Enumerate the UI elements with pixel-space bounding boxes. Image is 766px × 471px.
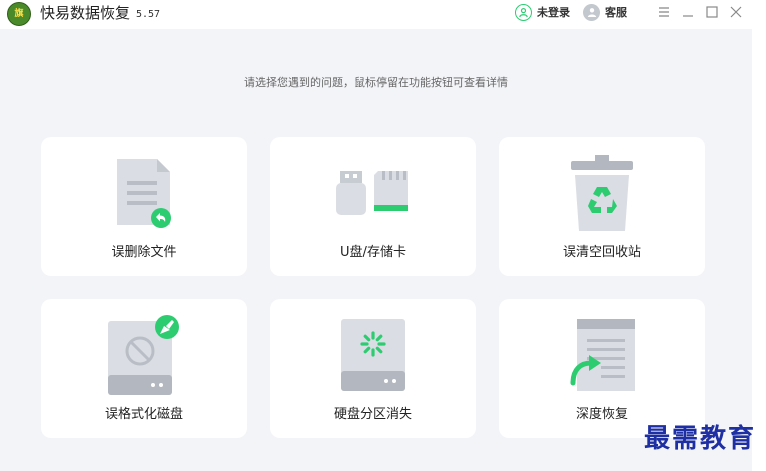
card-recycle-bin[interactable]: 误清空回收站 bbox=[499, 137, 705, 276]
login-button[interactable]: 未登录 bbox=[515, 3, 570, 21]
close-icon[interactable] bbox=[728, 4, 744, 20]
login-label: 未登录 bbox=[537, 6, 570, 19]
minimize-icon[interactable] bbox=[680, 4, 696, 20]
deleted-file-icon bbox=[117, 159, 171, 228]
scrollbar[interactable] bbox=[752, 29, 766, 471]
card-label: 深度恢复 bbox=[575, 407, 628, 422]
customer-service-icon bbox=[583, 3, 600, 21]
instruction-text: 请选择您遇到的问题，鼠标停留在功能按钮可查看详情 bbox=[244, 76, 508, 89]
card-label: 误清空回收站 bbox=[562, 245, 641, 260]
card-label: U盘/存储卡 bbox=[340, 245, 406, 260]
card-label: 误格式化磁盘 bbox=[104, 407, 183, 422]
app-logo-text: 旗 bbox=[14, 9, 24, 19]
customer-service-label: 客服 bbox=[605, 6, 627, 19]
title-bar: 旗 快易数据恢复 5.57 未登录 客服 bbox=[0, 0, 766, 28]
card-formatted-disk[interactable]: 误格式化磁盘 bbox=[41, 299, 247, 438]
app-version: 5.57 bbox=[136, 9, 161, 20]
maximize-icon[interactable] bbox=[704, 4, 720, 20]
card-usb-sdcard[interactable]: U盘/存储卡 bbox=[270, 137, 476, 276]
card-deep-recovery[interactable]: 深度恢复 bbox=[499, 299, 705, 438]
watermark: 最需教育 bbox=[644, 424, 757, 454]
card-label: 硬盘分区消失 bbox=[333, 407, 412, 422]
deep-recovery-icon bbox=[570, 319, 635, 391]
hard-drive-partition-icon bbox=[341, 319, 405, 391]
card-deleted-file[interactable]: 误删除文件 bbox=[41, 137, 247, 276]
user-icon bbox=[515, 3, 532, 21]
recycle-bin-icon bbox=[571, 155, 633, 231]
customer-service-button[interactable]: 客服 bbox=[583, 3, 627, 21]
app-title: 快易数据恢复 bbox=[40, 4, 131, 22]
usb-sdcard-icon bbox=[336, 171, 408, 215]
menu-icon[interactable] bbox=[656, 4, 672, 20]
formatted-disk-icon bbox=[108, 315, 179, 395]
card-partition-lost[interactable]: 硬盘分区消失 bbox=[270, 299, 476, 438]
card-label: 误删除文件 bbox=[111, 245, 177, 260]
app-logo-icon: 旗 bbox=[7, 2, 31, 26]
